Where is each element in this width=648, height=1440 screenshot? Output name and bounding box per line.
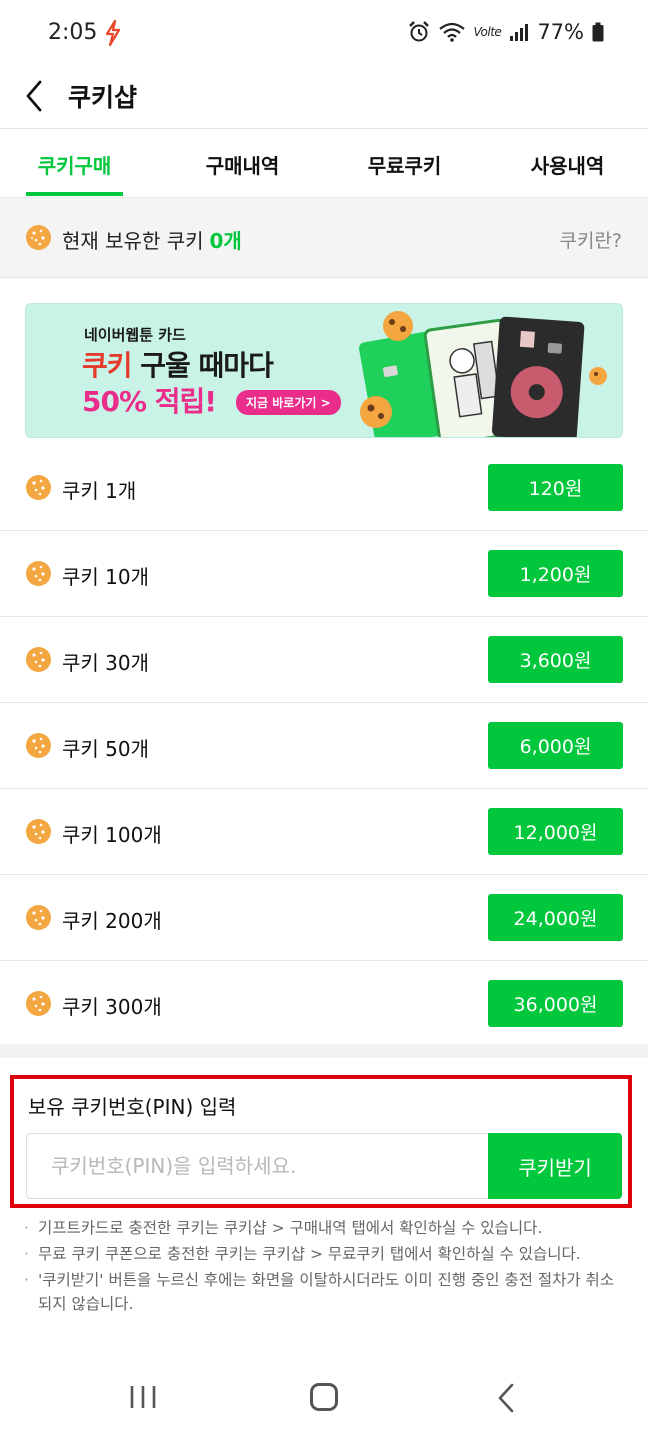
banner-line2: 쿠키 구울 때마다 [82,344,274,384]
home-icon[interactable] [310,1383,338,1411]
cookie-icon [26,225,51,250]
pin-section-title: 보유 쿠키번호(PIN) 입력 [28,1095,237,1119]
cookie-icon [26,991,51,1016]
buy-price-button[interactable]: 3,600원 [488,636,623,683]
cookie-icon [26,475,51,500]
buy-price-button[interactable]: 120원 [488,464,623,511]
promo-banner[interactable]: 네이버웹툰 카드 쿠키 구울 때마다 50% 적립! 지금 바로가기 > [25,303,623,438]
tab-cookie-purchase[interactable]: 쿠키구매 [26,130,123,198]
product-label: 쿠키 1개 [62,479,137,503]
product-label: 쿠키 10개 [62,565,150,589]
banner-line3: 50% 적립! [82,385,217,418]
active-tab-indicator [26,192,123,196]
notice-item: '쿠키받기' 버튼을 누르신 후에는 화면을 이탈하시더라도 이미 진행 중인 … [24,1268,624,1316]
cookie-icon [26,905,51,930]
banner-card-illustration [359,311,607,437]
back-arrow-icon[interactable] [20,76,52,116]
notice-item: 기프트카드로 충전한 쿠키는 쿠키샵 > 구매내역 탭에서 확인하실 수 있습니… [24,1216,624,1240]
pin-entry-section: 보유 쿠키번호(PIN) 입력 쿠키받기 [10,1075,632,1208]
status-icons: Volte 77% [408,20,604,44]
section-separator [0,1044,648,1058]
product-row: 쿠키 1개 120원 [0,445,648,531]
tab-free-cookie[interactable]: 무료쿠키 [352,130,457,198]
wifi-icon [438,22,465,42]
tab-bar: 쿠키구매 구매내역 무료쿠키 사용내역 [0,130,648,198]
app-header: 쿠키샵 [0,66,648,128]
balance-label-text: 현재 보유한 쿠키 [62,229,204,253]
redeem-cookie-button[interactable]: 쿠키받기 [488,1133,622,1199]
page-title: 쿠키샵 [68,83,138,112]
product-row: 쿠키 50개 6,000원 [0,703,648,789]
product-row: 쿠키 300개 36,000원 [0,961,648,1047]
buy-price-button[interactable]: 24,000원 [488,894,623,941]
product-label: 쿠키 100개 [62,823,162,847]
banner-line1: 네이버웹툰 카드 [84,326,186,344]
cookie-icon [26,561,51,586]
status-time: 2:05 [48,20,98,45]
balance-count: 0개 [209,229,242,253]
product-row: 쿠키 10개 1,200원 [0,531,648,617]
tab-usage-history[interactable]: 사용내역 [515,130,620,198]
recent-apps-icon[interactable] [128,1382,158,1412]
cookie-balance-bar: 현재 보유한 쿠키 0개 쿠키란? [0,198,648,278]
banner-line2-highlight: 쿠키 [82,349,133,382]
header-divider [0,128,648,129]
status-bar: 2:05 Volte 77% [0,0,648,66]
product-label: 쿠키 30개 [62,651,150,675]
product-label: 쿠키 300개 [62,995,162,1019]
signal-icon [510,24,529,41]
system-nav-bar [0,1360,648,1440]
product-list: 쿠키 1개 120원 쿠키 10개 1,200원 쿠키 30개 3,600원 쿠… [0,445,648,1047]
product-label: 쿠키 200개 [62,909,162,933]
banner-line2-rest: 구울 때마다 [131,349,274,382]
balance-label: 현재 보유한 쿠키 0개 [62,225,242,254]
buy-price-button[interactable]: 6,000원 [488,722,623,769]
buy-price-button[interactable]: 1,200원 [488,550,623,597]
bolt-notification-icon [105,20,121,46]
what-is-cookie-link[interactable]: 쿠키란? [559,226,622,253]
battery-icon [592,22,604,42]
buy-price-button[interactable]: 36,000원 [488,980,623,1027]
banner-cta-button[interactable]: 지금 바로가기 > [236,390,341,415]
product-label: 쿠키 50개 [62,737,150,761]
nav-back-icon[interactable] [496,1382,516,1414]
volte-indicator: Volte [473,25,502,39]
pin-input[interactable] [26,1133,490,1199]
buy-price-button[interactable]: 12,000원 [488,808,623,855]
cookie-icon [26,733,51,758]
cookie-icon [26,647,51,672]
product-row: 쿠키 30개 3,600원 [0,617,648,703]
alarm-icon [408,21,429,42]
notice-item: 무료 쿠키 쿠폰으로 충전한 쿠키는 쿠키샵 > 무료쿠키 탭에서 확인하실 수… [24,1242,624,1266]
tab-purchase-history[interactable]: 구매내역 [190,130,295,198]
battery-percent: 77% [537,20,584,44]
notice-list: 기프트카드로 충전한 쿠키는 쿠키샵 > 구매내역 탭에서 확인하실 수 있습니… [24,1216,624,1318]
cookie-icon [26,819,51,844]
product-row: 쿠키 100개 12,000원 [0,789,648,875]
product-row: 쿠키 200개 24,000원 [0,875,648,961]
